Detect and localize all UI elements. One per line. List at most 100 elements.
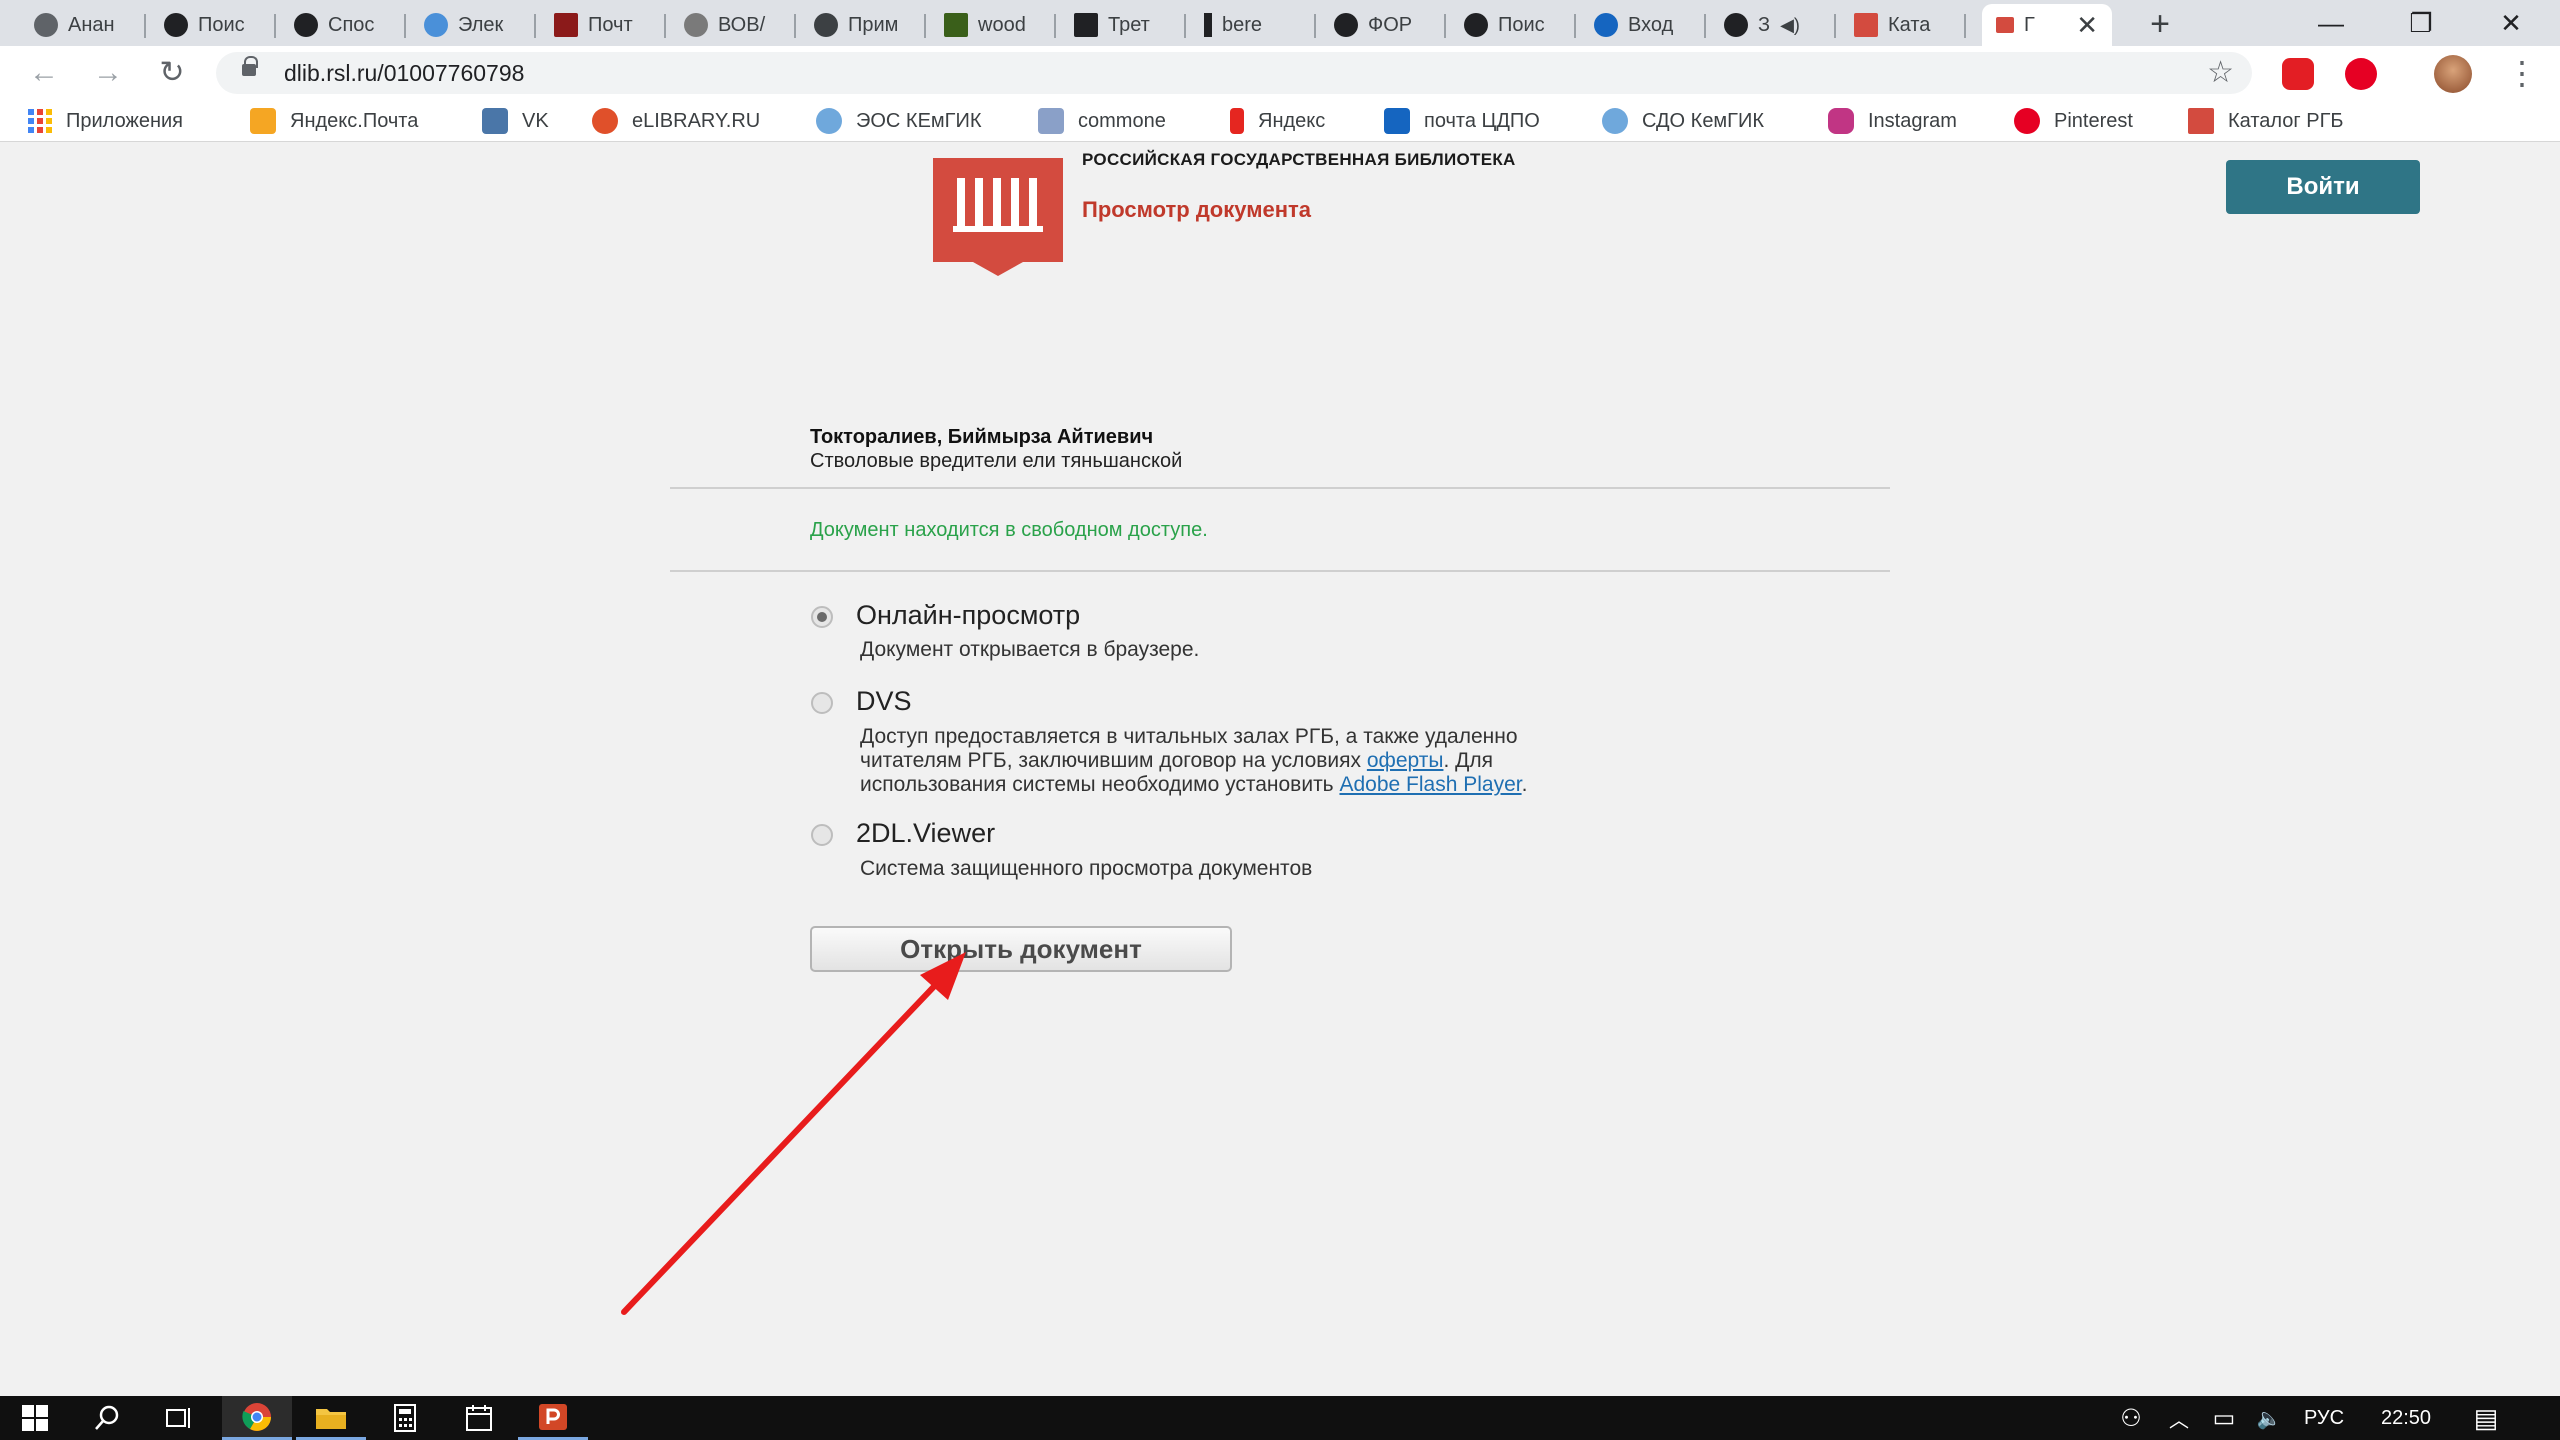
profile-avatar[interactable] (2434, 55, 2472, 93)
taskbar-file-explorer[interactable] (296, 1396, 366, 1440)
start-button[interactable] (0, 1396, 70, 1440)
browser-tab[interactable]: Спос (280, 4, 406, 46)
bookmark-cdpo-mail[interactable]: почта ЦДПО (1384, 106, 1540, 136)
adobe-flash-link[interactable]: Adobe Flash Player (1339, 773, 1521, 796)
folder-icon (316, 1408, 346, 1429)
option-title[interactable]: 2DL.Viewer (856, 818, 995, 849)
tab-label: bere (1222, 13, 1263, 36)
tab-label: Вход (1628, 13, 1674, 36)
document-title: Стволовые вредители ели тяньшанской (810, 450, 1183, 472)
browser-tab[interactable]: Анан (20, 4, 146, 46)
calendar-icon (466, 1405, 492, 1431)
tab-close-icon[interactable]: ✕ (2076, 10, 2098, 41)
online-view-radio[interactable] (811, 606, 833, 628)
option-description: Документ открывается в браузере. (860, 638, 1200, 661)
tab-label: З (1758, 13, 1771, 36)
tab-label: Элек (458, 13, 504, 36)
pinterest-extension-icon[interactable] (2345, 58, 2377, 90)
bookmark-pinterest[interactable]: Pinterest (2014, 106, 2133, 136)
tab-favicon-icon (1724, 13, 1748, 37)
browser-tab[interactable]: wood (930, 4, 1056, 46)
page-subtitle: Просмотр документа (1082, 197, 1312, 222)
open-document-button[interactable]: Открыть документ (810, 926, 1232, 972)
back-button[interactable]: ← (26, 56, 62, 92)
rsl-logo[interactable] (933, 158, 1063, 262)
minimize-button[interactable]: — (2286, 0, 2376, 46)
browser-tab[interactable]: Поис (150, 4, 276, 46)
bookmark-elibrary[interactable]: eLIBRARY.RU (592, 106, 760, 136)
network-icon[interactable]: ▭ (2202, 1404, 2246, 1433)
new-tab-button[interactable]: + (2140, 4, 2180, 44)
browser-tab[interactable]: Вход (1580, 4, 1706, 46)
option-desc-line: использования системы необходимо установ… (860, 773, 1528, 796)
browser-tab[interactable]: Поис (1450, 4, 1576, 46)
bookmark-label: Pinterest (2054, 109, 2133, 132)
offer-link[interactable]: оферты (1367, 749, 1444, 772)
bookmark-yandex-mail[interactable]: Яндекс.Почта (250, 106, 418, 136)
tab-favicon-icon (1594, 13, 1618, 37)
commone-icon (1038, 108, 1064, 134)
url-text[interactable]: dlib.rsl.ru/01007760798 (284, 60, 524, 87)
login-button[interactable]: Войти (2226, 160, 2420, 214)
option-title[interactable]: DVS (856, 686, 912, 717)
divider (670, 570, 1890, 572)
forward-button[interactable]: → (90, 56, 126, 92)
tab-favicon-icon (1996, 17, 2014, 33)
bookmark-star-icon[interactable]: ☆ (2207, 55, 2234, 90)
show-hidden-icons-icon[interactable]: ︿ (2156, 1404, 2202, 1433)
document-author: Токторалиев, Биймырза Айтиевич (810, 426, 1154, 448)
notifications-icon[interactable]: ▤ (2456, 1403, 2516, 1434)
taskbar-powerpoint[interactable] (518, 1396, 588, 1440)
tab-favicon-icon (1204, 13, 1212, 37)
bookmark-rgb-catalog[interactable]: Каталог РГБ (2188, 106, 2344, 136)
restore-button[interactable]: ❐ (2376, 0, 2466, 46)
bookmark-eos[interactable]: ЭОС КЕмГИК (816, 106, 982, 136)
browser-tab[interactable]: Почт (540, 4, 666, 46)
adblock-extension-icon[interactable] (2282, 58, 2314, 90)
browser-tab[interactable]: Прим (800, 4, 926, 46)
taskbar-calendar[interactable] (444, 1396, 514, 1440)
2dl-viewer-radio[interactable] (811, 824, 833, 846)
people-icon[interactable]: ⚇ (2106, 1404, 2156, 1433)
search-button[interactable] (72, 1396, 142, 1440)
tab-favicon-icon (294, 13, 318, 37)
reload-button[interactable]: ↻ (154, 56, 190, 92)
browser-tab[interactable]: ФОР (1320, 4, 1446, 46)
browser-tab[interactable]: ВОВ/ (670, 4, 796, 46)
clock[interactable]: 22:50 (2356, 1407, 2456, 1430)
bookmark-yandex[interactable]: Яндекс (1230, 106, 1325, 136)
browser-tab[interactable]: Ката (1840, 4, 1966, 46)
rsl-logo-tail (973, 262, 1023, 276)
powerpoint-icon (539, 1403, 567, 1430)
browser-tab[interactable]: bere (1190, 4, 1316, 46)
bookmark-vk[interactable]: VK (482, 106, 549, 136)
taskbar-chrome[interactable] (222, 1396, 292, 1440)
browser-tab-active[interactable]: Г ✕ (1982, 4, 2112, 46)
browser-tab[interactable]: З ◀) (1710, 4, 1836, 46)
browser-menu-icon[interactable]: ⋮ (2506, 56, 2538, 90)
lock-icon[interactable] (242, 56, 258, 76)
pinterest-icon (2014, 108, 2040, 134)
tab-favicon-icon (1854, 13, 1878, 37)
volume-icon[interactable]: 🔈 (2246, 1406, 2292, 1431)
option-title[interactable]: Онлайн-просмотр (856, 600, 1080, 631)
tab-label: Анан (68, 13, 115, 36)
close-window-button[interactable]: ✕ (2466, 0, 2556, 46)
elibrary-icon (592, 108, 618, 134)
bookmark-commone[interactable]: commone (1038, 106, 1166, 136)
bookmark-label: eLIBRARY.RU (632, 109, 761, 132)
divider (670, 487, 1890, 489)
address-bar[interactable]: dlib.rsl.ru/01007760798 ☆ (216, 52, 2252, 94)
bookmark-sdo[interactable]: СДО КемГИК (1602, 106, 1764, 136)
bookmark-apps[interactable]: Приложения (28, 106, 183, 136)
vk-icon (482, 108, 508, 134)
browser-tab[interactable]: Трет (1060, 4, 1186, 46)
language-indicator[interactable]: РУС (2292, 1407, 2356, 1430)
task-view-button[interactable] (144, 1396, 214, 1440)
bookmark-instagram[interactable]: Instagram (1828, 106, 1957, 136)
tab-favicon-icon (1074, 13, 1098, 37)
dvs-radio[interactable] (811, 692, 833, 714)
browser-tab[interactable]: Элек (410, 4, 536, 46)
tab-audio-icon[interactable]: ◀) (1780, 15, 1800, 36)
taskbar-calculator[interactable] (370, 1396, 440, 1440)
